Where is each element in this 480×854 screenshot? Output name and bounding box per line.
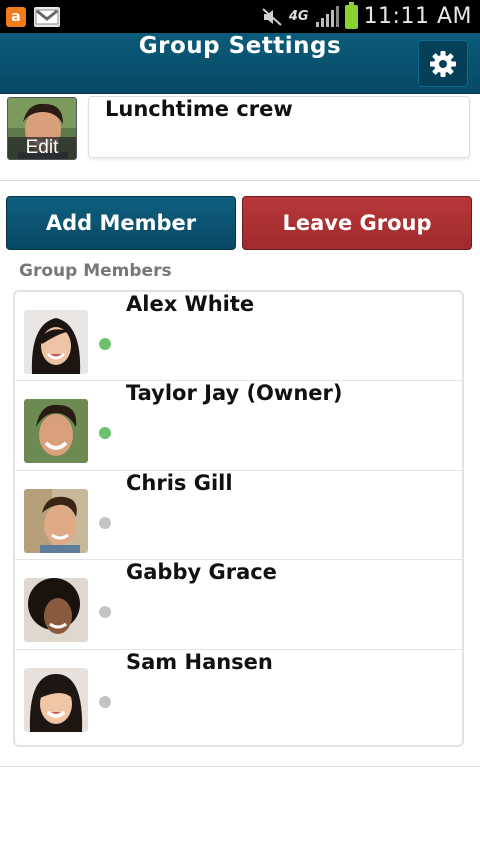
avatar <box>24 667 88 732</box>
offline-status-dot <box>99 695 111 708</box>
group-info-row: Edit Lunchtime crew <box>0 94 480 181</box>
mail-notification-icon <box>34 7 60 27</box>
member-name: Chris Gill <box>126 470 233 495</box>
member-name: Alex White <box>126 292 255 316</box>
list-item[interactable]: Sam Hansen <box>15 650 462 739</box>
app-header: Group Settings <box>0 33 480 94</box>
clock: 11:11 AM <box>363 4 472 29</box>
member-name: Taylor Jay (Owner) <box>126 381 343 406</box>
leave-group-button[interactable]: Leave Group <box>242 196 472 250</box>
battery-icon <box>344 1 358 29</box>
avatar <box>24 310 88 374</box>
members-list: Alex White Taylor Jay (Owner) Chris Gill… <box>13 290 464 747</box>
list-item[interactable]: Taylor Jay (Owner) <box>15 381 462 471</box>
avatar <box>24 488 88 553</box>
offline-status-dot <box>99 516 111 529</box>
group-name: Lunchtime crew <box>105 97 293 121</box>
member-name: Gabby Grace <box>126 560 277 585</box>
divider <box>0 766 480 767</box>
group-avatar[interactable]: Edit <box>7 97 77 160</box>
member-name: Sam Hansen <box>126 649 273 674</box>
offline-status-dot <box>99 606 111 619</box>
add-member-button[interactable]: Add Member <box>6 196 236 250</box>
status-bar: a 4G 11:11 AM <box>0 0 480 33</box>
app-notification-icon: a <box>6 7 26 27</box>
avatar <box>24 578 88 643</box>
list-item[interactable]: Gabby Grace <box>15 560 462 650</box>
section-heading: Group Members <box>19 261 172 281</box>
mute-icon <box>262 7 282 26</box>
avatar <box>24 399 88 464</box>
gear-icon <box>430 50 456 77</box>
edit-photo-label[interactable]: Edit <box>8 137 76 159</box>
online-status-dot <box>99 338 111 350</box>
settings-button[interactable] <box>418 40 468 87</box>
online-status-dot <box>99 427 111 440</box>
network-type: 4G <box>288 9 309 24</box>
page-title: Group Settings <box>138 33 342 59</box>
list-item[interactable]: Chris Gill <box>15 470 462 561</box>
signal-icon <box>315 5 339 27</box>
group-name-field[interactable]: Lunchtime crew <box>88 96 470 158</box>
list-item[interactable]: Alex White <box>15 292 462 382</box>
